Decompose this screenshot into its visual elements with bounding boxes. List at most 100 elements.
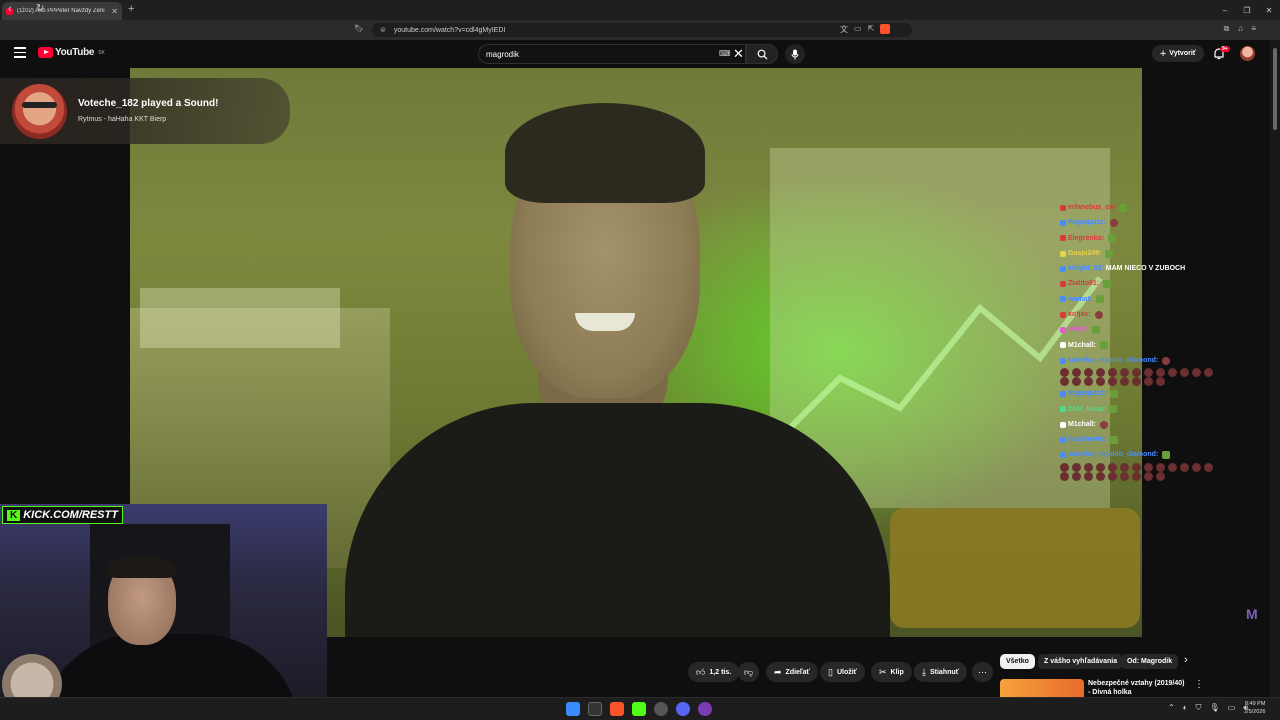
tray-shield-icon[interactable]: ⛉ bbox=[1196, 703, 1202, 713]
more-vertical-icon[interactable]: ⋮ bbox=[1194, 679, 1204, 690]
tray-app-icon[interactable]: ◐ bbox=[1183, 703, 1188, 713]
chat-emote-icon bbox=[1109, 218, 1118, 227]
chat-username[interactable]: kNight_53: bbox=[1068, 261, 1104, 276]
chat-username[interactable]: wamat: bbox=[1068, 292, 1092, 307]
chat-emote-icon bbox=[1144, 471, 1153, 481]
clear-search-icon[interactable]: ✕ bbox=[733, 46, 744, 62]
chat-emote-icon bbox=[1162, 451, 1171, 460]
chat-username[interactable]: Ragequ1tz: bbox=[1068, 215, 1106, 230]
brave-browser-icon[interactable] bbox=[610, 702, 624, 716]
menu-icon[interactable]: ≡ bbox=[1251, 24, 1256, 34]
translate-icon[interactable]: 文 bbox=[840, 24, 848, 35]
chat-emote-icon bbox=[1118, 203, 1127, 212]
kick-app-icon[interactable] bbox=[632, 702, 646, 716]
windows-start-icon[interactable] bbox=[566, 702, 580, 716]
more-actions-button[interactable]: ⋯ bbox=[972, 662, 993, 682]
chat-badge-icon bbox=[1060, 250, 1066, 257]
reload-icon[interactable]: ↻ bbox=[36, 3, 44, 14]
keyboard-icon[interactable]: ⌨ bbox=[719, 49, 731, 58]
alert-title: Voteche_182 played a Sound! bbox=[78, 98, 219, 109]
app-icon[interactable] bbox=[698, 702, 712, 716]
chat-emote-icon bbox=[1109, 405, 1118, 414]
chat-emote-icon bbox=[1192, 462, 1201, 472]
chat-username[interactable]: Ragequ1tz: bbox=[1068, 386, 1106, 401]
chat-username[interactable]: Elegrenko: bbox=[1068, 231, 1104, 246]
filter-chip-from-channel[interactable]: Od: Magrodik bbox=[1121, 654, 1179, 669]
tray-expand-icon[interactable]: ⌃ bbox=[1168, 703, 1175, 713]
close-tab-icon[interactable]: ✕ bbox=[111, 7, 118, 16]
discord-icon[interactable] bbox=[676, 702, 690, 716]
chat-emote-icon bbox=[1084, 471, 1093, 481]
share-button[interactable]: ➦ Zdieľať bbox=[766, 662, 818, 682]
chat-username[interactable]: erfanebus_cw bbox=[1068, 200, 1115, 215]
chat-emote-icon bbox=[1103, 280, 1112, 289]
chat-username[interactable]: Gaspi249: bbox=[1068, 246, 1101, 261]
chat-emote-icon bbox=[1204, 368, 1213, 378]
youtube-logo[interactable]: YouTube SK bbox=[38, 47, 105, 58]
search-button[interactable] bbox=[746, 44, 778, 64]
windows-taskbar: ⌃ ◐ ⛉ 🎙︎ ▭ 🔊︎ bbox=[0, 697, 1280, 720]
brave-shields-icon[interactable] bbox=[880, 24, 891, 34]
chat-username[interactable]: Zlatito01: bbox=[1068, 276, 1099, 291]
close-window-icon[interactable]: ✕ bbox=[1258, 0, 1280, 20]
kick-logo-icon: K bbox=[7, 509, 21, 521]
like-count: 1,2 tis. bbox=[709, 668, 732, 676]
extensions-icon[interactable]: ⧉ bbox=[1224, 24, 1230, 34]
media-icon[interactable]: ♫ bbox=[1237, 24, 1243, 34]
video-person-hair bbox=[505, 103, 705, 203]
plus-icon: + bbox=[1159, 47, 1167, 60]
address-bar[interactable]: ⊜ youtube.com/watch?v=cdl4gMyIEDI bbox=[372, 23, 912, 37]
chat-message: wamat: bbox=[1060, 292, 1235, 307]
account-avatar[interactable] bbox=[1240, 46, 1255, 61]
kick-channel-badge: K KICK.COM/RESTT bbox=[2, 506, 123, 524]
taskbar-clock[interactable]: 8:49 PM 2/5/2026 bbox=[1244, 700, 1265, 716]
recommended-video-title[interactable]: Nebezpečné vztahy (2019/40) - Dívná holk… bbox=[1088, 679, 1188, 697]
chat-username[interactable]: xofjax: bbox=[1068, 307, 1091, 322]
chat-emote-icon bbox=[1105, 249, 1114, 258]
display-icon[interactable]: ▭ bbox=[1228, 703, 1236, 713]
restore-icon[interactable]: ❐ bbox=[1236, 0, 1258, 20]
chevron-right-icon[interactable]: › bbox=[1184, 654, 1188, 666]
cast-icon[interactable]: ▭ bbox=[854, 24, 862, 35]
like-button[interactable]: 👍︎ 1,2 tis. bbox=[688, 662, 740, 682]
browser-tab[interactable]: (1102) Ako PPPeter Navždy Zeni ✕ bbox=[2, 2, 122, 20]
chat-username[interactable]: M1chall: bbox=[1068, 338, 1096, 353]
create-button[interactable]: + Vytvoriť bbox=[1152, 45, 1204, 62]
chat-emote-icon bbox=[1096, 471, 1105, 481]
chat-badge-icon bbox=[1060, 296, 1066, 303]
page-scrollbar[interactable] bbox=[1270, 40, 1280, 700]
new-tab-button[interactable]: + bbox=[128, 3, 134, 15]
search-input[interactable]: magrodik bbox=[478, 44, 746, 64]
minimize-icon[interactable]: – bbox=[1214, 0, 1236, 20]
bookmark-icon[interactable]: 🔖︎ bbox=[354, 24, 364, 33]
obs-icon[interactable] bbox=[654, 702, 668, 716]
youtube-wordmark: YouTube bbox=[55, 47, 95, 58]
filter-chip-all[interactable]: Všetko bbox=[1000, 654, 1035, 669]
clip-button[interactable]: ✂ Klip bbox=[871, 662, 912, 682]
download-button[interactable]: ⤓ Stiahnuť bbox=[914, 662, 968, 682]
video-person-smile bbox=[575, 313, 635, 331]
task-view-icon[interactable] bbox=[588, 702, 602, 716]
chat-username[interactable]: Bauchovic: bbox=[1068, 432, 1106, 447]
chat-username[interactable]: sanelko_nigaldo_diamond: bbox=[1068, 447, 1158, 462]
chat-username[interactable]: sanelko_nigaldo_diamond: bbox=[1068, 353, 1158, 368]
chat-username[interactable]: M1chall: bbox=[1068, 417, 1096, 432]
clock-date: 2/5/2026 bbox=[1244, 709, 1266, 715]
chat-emote-icon bbox=[1084, 462, 1093, 472]
chat-emote-icon bbox=[1096, 295, 1105, 304]
chat-username[interactable]: 2AM_kuba: bbox=[1068, 402, 1105, 417]
back-icon[interactable]: ‹ bbox=[8, 3, 12, 15]
site-info-icon[interactable]: ⊜ bbox=[380, 26, 386, 34]
forward-icon[interactable]: › bbox=[22, 3, 26, 15]
microphone-tray-icon[interactable]: 🎙︎ bbox=[1210, 703, 1220, 713]
hamburger-menu-icon[interactable] bbox=[14, 47, 26, 58]
filter-chip-from-search[interactable]: Z vášho vyhľadávania bbox=[1038, 654, 1124, 669]
dislike-button[interactable]: 👎︎ bbox=[738, 662, 760, 682]
stream-chat-overlay: erfanebus_cw Ragequ1tz: Elegrenko: Gaspi249… bbox=[1060, 200, 1235, 481]
chat-badge-icon bbox=[1060, 421, 1066, 428]
chat-emote-icon bbox=[1072, 377, 1081, 387]
share-page-icon[interactable]: ⇱ bbox=[868, 24, 875, 35]
voice-search-button[interactable] bbox=[785, 44, 805, 64]
save-button[interactable]: ▯ Uložiť bbox=[820, 662, 866, 682]
chat-username[interactable]: sl4yy: bbox=[1068, 322, 1088, 337]
